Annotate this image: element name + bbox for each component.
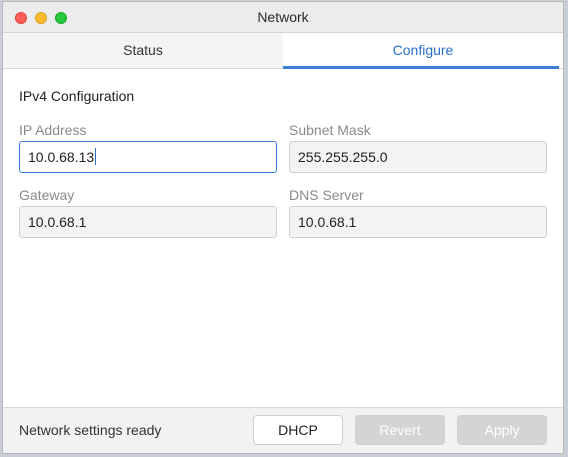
tab-bar: Status Configure xyxy=(3,33,563,69)
tab-configure[interactable]: Configure xyxy=(283,33,563,69)
status-text: Network settings ready xyxy=(19,422,162,438)
dns-server-label: DNS Server xyxy=(289,187,364,203)
ip-address-label: IP Address xyxy=(19,122,87,138)
dns-server-value: 10.0.68.1 xyxy=(298,214,357,230)
subnet-mask-label: Subnet Mask xyxy=(289,122,371,138)
subnet-mask-input[interactable]: 255.255.255.0 xyxy=(289,141,547,173)
gateway-input[interactable]: 10.0.68.1 xyxy=(19,206,277,238)
network-window: Network Status Configure IPv4 Configurat… xyxy=(2,1,564,454)
revert-button[interactable]: Revert xyxy=(355,415,445,445)
dhcp-button[interactable]: DHCP xyxy=(253,415,343,445)
section-title: IPv4 Configuration xyxy=(19,88,135,104)
configure-panel: IPv4 Configuration IP Address 10.0.68.13… xyxy=(3,69,563,409)
window-title: Network xyxy=(257,9,309,25)
gateway-value: 10.0.68.1 xyxy=(28,214,87,230)
gateway-label: Gateway xyxy=(19,187,75,203)
text-cursor xyxy=(95,148,97,166)
footer-bar: Network settings ready DHCP Revert Apply xyxy=(3,407,563,453)
apply-button[interactable]: Apply xyxy=(457,415,547,445)
ip-address-input[interactable]: 10.0.68.13 xyxy=(19,141,277,173)
ip-address-value: 10.0.68.13 xyxy=(28,149,95,165)
subnet-mask-value: 255.255.255.0 xyxy=(298,149,388,165)
title-bar: Network xyxy=(3,2,563,33)
tab-status[interactable]: Status xyxy=(3,33,283,68)
dns-server-input[interactable]: 10.0.68.1 xyxy=(289,206,547,238)
